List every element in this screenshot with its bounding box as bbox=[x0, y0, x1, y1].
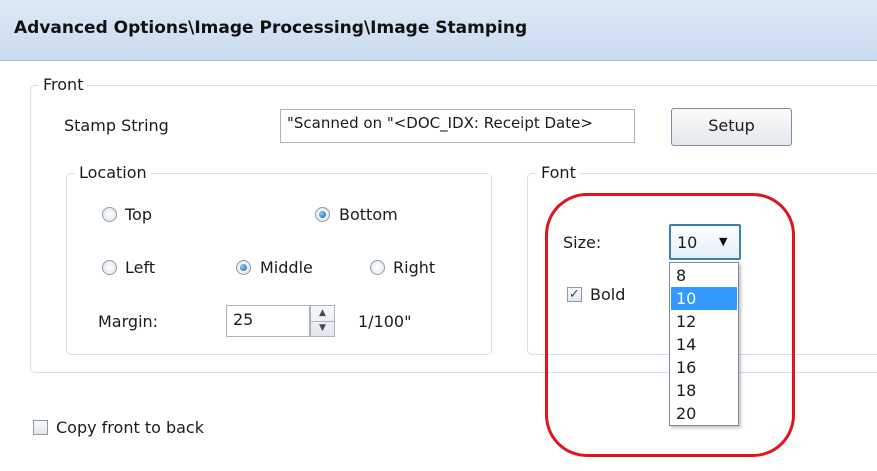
font-legend: Font bbox=[537, 163, 580, 182]
margin-label: Margin: bbox=[98, 312, 159, 331]
copy-front-to-back-checkbox[interactable] bbox=[33, 420, 48, 435]
left-label[interactable]: Left bbox=[125, 258, 155, 277]
page-title: Advanced Options\Image Processing\Image … bbox=[14, 18, 528, 38]
front-legend: Front bbox=[39, 75, 88, 94]
margin-spinner[interactable]: ▲ ▼ bbox=[310, 305, 335, 337]
copy-front-to-back-label[interactable]: Copy front to back bbox=[56, 418, 204, 437]
right-radio[interactable] bbox=[370, 260, 385, 275]
stamp-string-input[interactable]: "Scanned on "<DOC_IDX: Receipt Date> bbox=[280, 109, 635, 143]
middle-radio[interactable] bbox=[236, 260, 251, 275]
spin-up-arrow-icon[interactable]: ▲ bbox=[311, 306, 334, 322]
top-radio[interactable] bbox=[102, 207, 117, 222]
location-legend: Location bbox=[75, 163, 151, 182]
middle-label[interactable]: Middle bbox=[260, 258, 313, 277]
bottom-radio[interactable] bbox=[315, 207, 330, 222]
margin-unit-label: 1/100" bbox=[358, 312, 412, 331]
setup-button[interactable]: Setup bbox=[671, 108, 792, 146]
top-label[interactable]: Top bbox=[125, 205, 152, 224]
annotation-highlight bbox=[545, 193, 795, 457]
bottom-label[interactable]: Bottom bbox=[339, 205, 398, 224]
margin-input[interactable]: 25 bbox=[226, 305, 310, 337]
stamp-string-label: Stamp String bbox=[64, 116, 169, 135]
spin-down-arrow-icon[interactable]: ▼ bbox=[311, 321, 334, 336]
left-radio[interactable] bbox=[102, 260, 117, 275]
right-label[interactable]: Right bbox=[393, 258, 435, 277]
header-bar: Advanced Options\Image Processing\Image … bbox=[0, 0, 877, 61]
